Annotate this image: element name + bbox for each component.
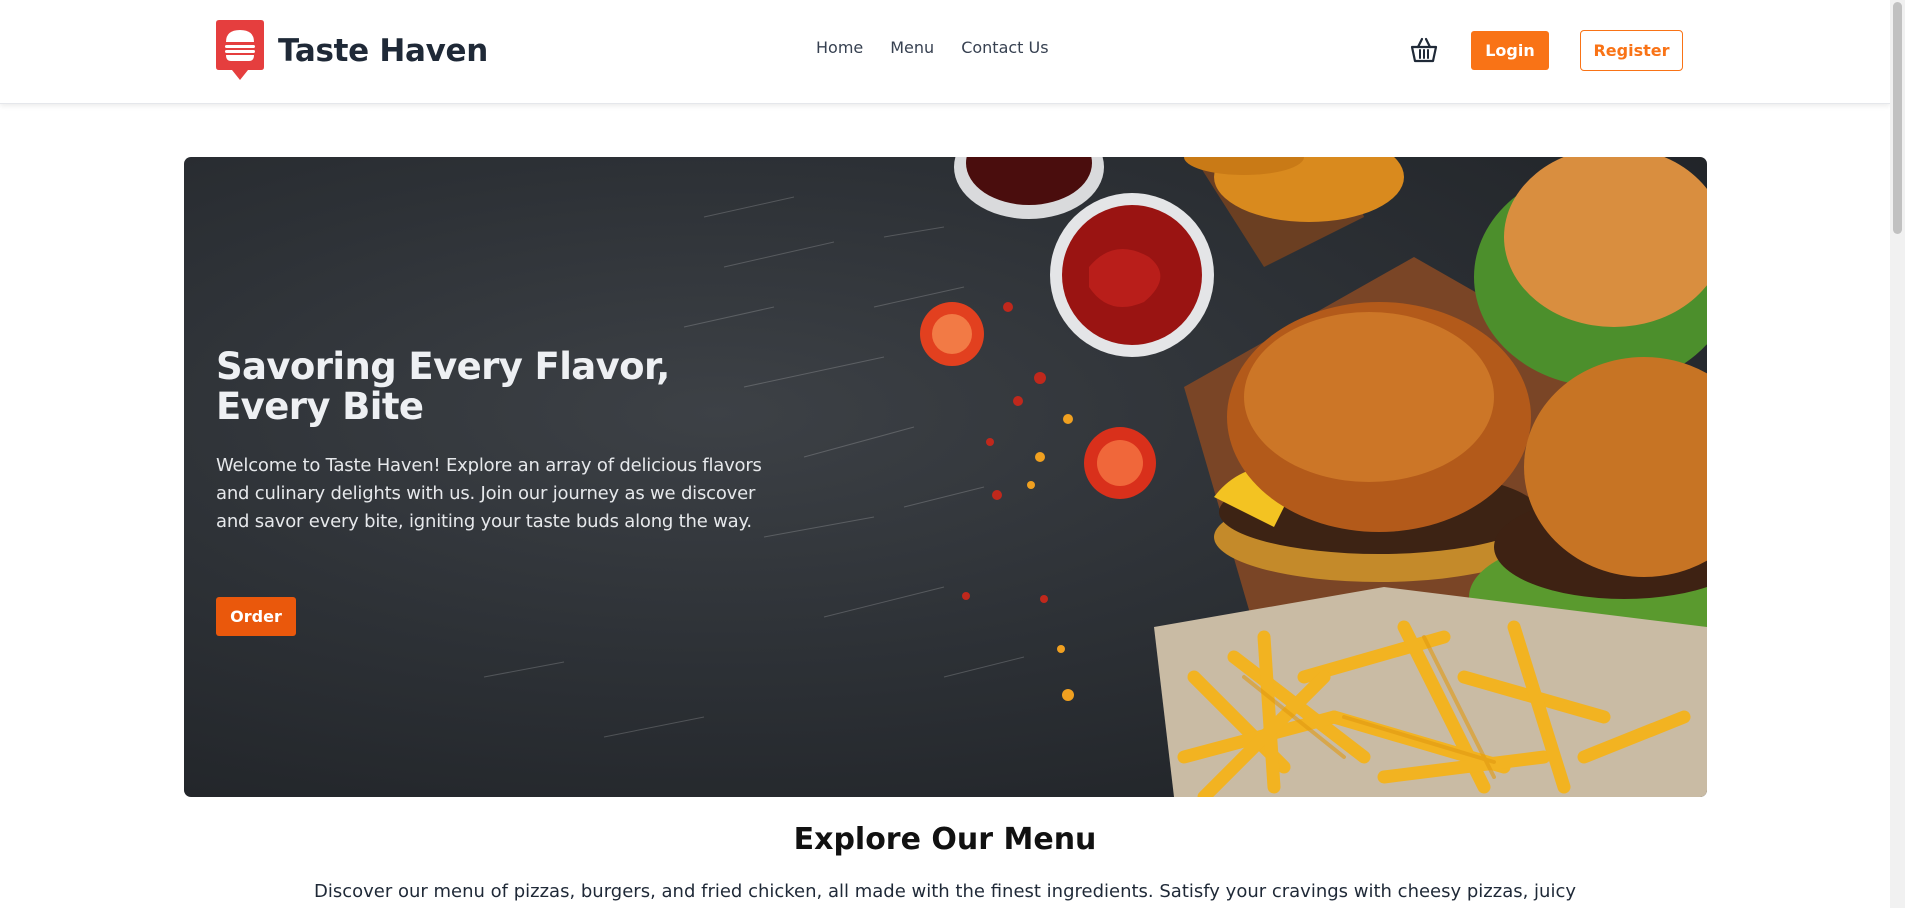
nav-item-menu: Menu	[890, 38, 934, 58]
nav-link-menu[interactable]: Menu	[890, 38, 934, 57]
nav-item-contact: Contact Us	[961, 38, 1048, 58]
menu-section-title: Explore Our Menu	[793, 822, 1097, 857]
order-button[interactable]: Order	[216, 597, 296, 636]
nav-links: Home Menu Contact Us	[816, 38, 1049, 58]
basket-icon[interactable]	[1410, 36, 1438, 64]
nav-item-home: Home	[816, 38, 863, 58]
hero-banner: Savoring Every Flavor, Every Bite Welcom…	[184, 157, 1707, 797]
navbar: Taste Haven Home Menu Contact Us Login R…	[0, 0, 1890, 104]
scrollbar-thumb[interactable]	[1893, 2, 1902, 234]
login-button[interactable]: Login	[1471, 31, 1549, 70]
menu-section-description: Discover our menu of pizzas, burgers, an…	[313, 881, 1577, 902]
hero-title: Savoring Every Flavor, Every Bite	[216, 345, 670, 428]
nav-link-home[interactable]: Home	[816, 38, 863, 57]
brand-link[interactable]: Taste Haven	[216, 20, 488, 82]
hero-description: Welcome to Taste Haven! Explore an array…	[216, 455, 762, 532]
burger-logo-icon	[216, 20, 264, 80]
page: Taste Haven Home Menu Contact Us Login R…	[0, 0, 1905, 908]
scrollbar[interactable]	[1890, 0, 1905, 908]
brand-name: Taste Haven	[278, 33, 489, 69]
register-button[interactable]: Register	[1580, 30, 1683, 71]
nav-link-contact[interactable]: Contact Us	[961, 38, 1048, 57]
